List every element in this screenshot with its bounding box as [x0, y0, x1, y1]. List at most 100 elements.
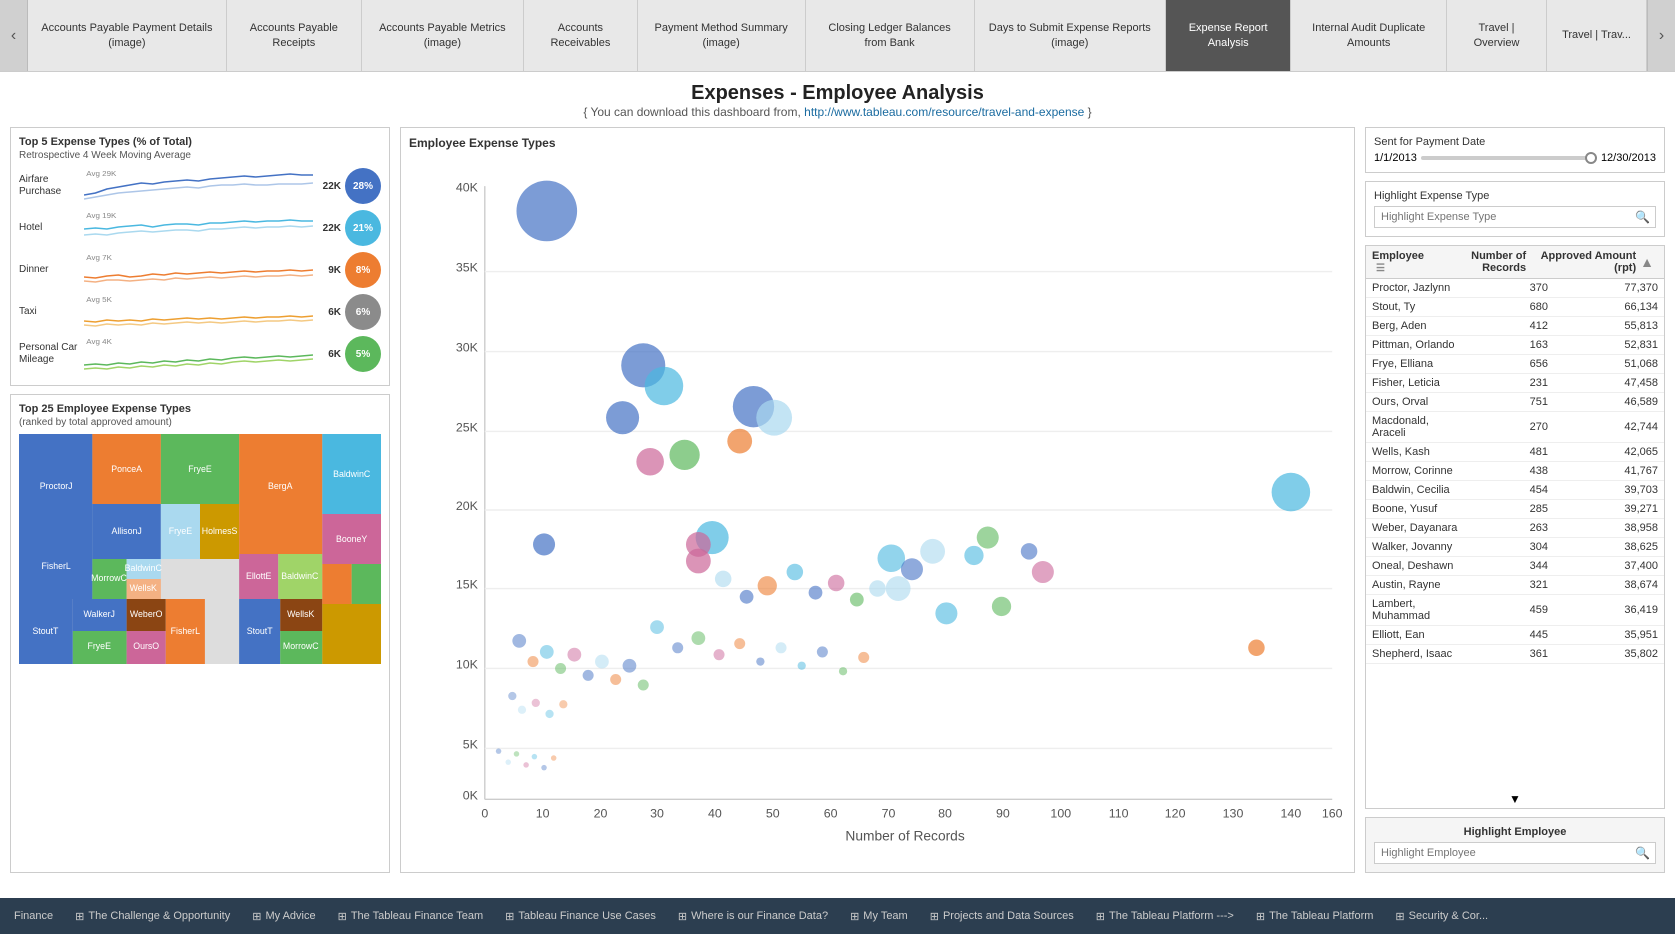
table-row[interactable]: Lambert, Muhammad 459 36,419: [1366, 595, 1664, 626]
date-end: 12/30/2013: [1601, 152, 1656, 164]
table-row[interactable]: Boone, Yusuf 285 39,271: [1366, 500, 1664, 519]
svg-text:WalkerJ: WalkerJ: [84, 609, 115, 619]
filter-icon[interactable]: ☰: [1376, 263, 1385, 274]
tab-accounts-payable-metrics[interactable]: Accounts Payable Metrics (image): [362, 0, 524, 71]
employee-name: Stout, Ty: [1372, 301, 1458, 313]
employee-records: 285: [1458, 503, 1548, 515]
tab-days-to-submit[interactable]: Days to Submit Expense Reports (image): [975, 0, 1166, 71]
employee-amount: 35,802: [1548, 648, 1658, 660]
tab-label: Tableau Finance Use Cases: [518, 910, 656, 922]
svg-text:30: 30: [650, 806, 664, 820]
col-header-records: Number of Records: [1436, 250, 1526, 274]
badge-taxi: 6%: [345, 294, 381, 330]
tab-label: My Advice: [265, 910, 315, 922]
main-content: Expenses - Employee Analysis { You can d…: [0, 72, 1675, 898]
svg-text:ProctorJ: ProctorJ: [40, 481, 73, 491]
employee-name: Wells, Kash: [1372, 446, 1458, 458]
tab-label: The Tableau Finance Team: [351, 910, 483, 922]
employee-name: Ours, Orval: [1372, 396, 1458, 408]
table-row[interactable]: Proctor, Jazlynn 370 77,370: [1366, 279, 1664, 298]
table-row[interactable]: Pittman, Orlando 163 52,831: [1366, 336, 1664, 355]
nav-left-arrow[interactable]: ‹: [0, 0, 28, 71]
subtitle-link[interactable]: http://www.tableau.com/resource/travel-a…: [804, 105, 1084, 119]
table-row[interactable]: Walker, Jovanny 304 38,625: [1366, 538, 1664, 557]
table-row[interactable]: Berg, Aden 412 55,813: [1366, 317, 1664, 336]
dashboard-subtitle: { You can download this dashboard from, …: [10, 105, 1665, 119]
tab-accounts-payable-details[interactable]: Accounts Payable Payment Details (image): [28, 0, 227, 71]
employee-name: Proctor, Jazlynn: [1372, 282, 1458, 294]
tab-closing-ledger[interactable]: Closing Ledger Balances from Bank: [806, 0, 975, 71]
bottom-tab-where-is-our-finance-data[interactable]: ⊞Where is our Finance Data?: [668, 906, 838, 927]
svg-text:15K: 15K: [456, 578, 479, 592]
tab-accounts-payable-receipts[interactable]: Accounts Payable Receipts: [227, 0, 362, 71]
bottom-tab-my-team[interactable]: ⊞My Team: [840, 906, 918, 927]
tab-label: Finance: [14, 910, 53, 922]
scroll-down-indicator[interactable]: ▼: [1366, 790, 1664, 808]
tab-label: Security & Cor...: [1409, 910, 1488, 922]
bottom-tab-my-advice[interactable]: ⊞My Advice: [242, 906, 325, 927]
bottom-tab-tableau-finance-use-cases[interactable]: ⊞Tableau Finance Use Cases: [495, 906, 666, 927]
tab-travel-trav[interactable]: Travel | Trav...: [1547, 0, 1647, 71]
bottom-tab-the-tableau-finance-team[interactable]: ⊞The Tableau Finance Team: [328, 906, 494, 927]
svg-text:160: 160: [1322, 806, 1343, 820]
tab-payment-method-summary[interactable]: Payment Method Summary (image): [638, 0, 806, 71]
nav-right-arrow[interactable]: ›: [1647, 0, 1675, 71]
employee-amount: 42,065: [1548, 446, 1658, 458]
employee-amount: 38,958: [1548, 522, 1658, 534]
nav-tabs-container: Accounts Payable Payment Details (image)…: [28, 0, 1647, 71]
sparkline-taxi: Avg 5K: [84, 293, 313, 331]
table-row[interactable]: Macdonald, Araceli 270 42,744: [1366, 412, 1664, 443]
highlight-expense-input[interactable]: [1374, 206, 1656, 228]
svg-text:140: 140: [1281, 806, 1302, 820]
sparkline-airfare: Avg 29K: [84, 167, 313, 205]
table-row[interactable]: Stout, Ty 680 66,134: [1366, 298, 1664, 317]
employee-records: 751: [1458, 396, 1548, 408]
table-row[interactable]: Weber, Dayanara 263 38,958: [1366, 519, 1664, 538]
svg-text:100: 100: [1050, 806, 1071, 820]
value-car: 6K: [313, 349, 341, 360]
table-row[interactable]: Shepherd, Isaac 361 35,802: [1366, 645, 1664, 664]
svg-text:130: 130: [1223, 806, 1244, 820]
bottom-tab-the-tableau-platform----[interactable]: ⊞The Tableau Platform --->: [1086, 906, 1244, 927]
tab-label: My Team: [863, 910, 907, 922]
bottom-tab-the-tableau-platform[interactable]: ⊞The Tableau Platform: [1246, 906, 1384, 927]
employee-amount: 39,703: [1548, 484, 1658, 496]
employee-name: Shepherd, Isaac: [1372, 648, 1458, 660]
svg-text:HolmesS: HolmesS: [202, 526, 238, 536]
badge-car: 5%: [345, 336, 381, 372]
table-row[interactable]: Wells, Kash 481 42,065: [1366, 443, 1664, 462]
bottom-tab-finance[interactable]: Finance: [4, 906, 63, 926]
subtitle-after: }: [1088, 105, 1092, 119]
tab-internal-audit[interactable]: Internal Audit Duplicate Amounts: [1291, 0, 1447, 71]
table-row[interactable]: Baldwin, Cecilia 454 39,703: [1366, 481, 1664, 500]
table-row[interactable]: Fisher, Leticia 231 47,458: [1366, 374, 1664, 393]
expense-row-hotel: Hotel Avg 19K 22K 21%: [19, 209, 381, 247]
table-row[interactable]: Morrow, Corinne 438 41,767: [1366, 462, 1664, 481]
svg-text:30K: 30K: [456, 341, 479, 355]
expense-row-car: Personal Car Mileage Avg 4K 6K 5%: [19, 335, 381, 373]
table-row[interactable]: Oneal, Deshawn 344 37,400: [1366, 557, 1664, 576]
tab-icon: ⊞: [1395, 910, 1404, 923]
date-slider-thumb[interactable]: [1585, 152, 1597, 164]
bottom-tab-the-challenge--opportunity[interactable]: ⊞The Challenge & Opportunity: [65, 906, 240, 927]
svg-text:Avg 4K: Avg 4K: [86, 337, 112, 345]
table-row[interactable]: Frye, Elliana 656 51,068: [1366, 355, 1664, 374]
table-row[interactable]: Elliott, Ean 445 35,951: [1366, 626, 1664, 645]
table-row[interactable]: Austin, Rayne 321 38,674: [1366, 576, 1664, 595]
tab-expense-report-analysis[interactable]: Expense Report Analysis: [1166, 0, 1291, 71]
bottom-tab-projects-and-data-sources[interactable]: ⊞Projects and Data Sources: [920, 906, 1084, 927]
table-row[interactable]: Ours, Orval 751 46,589: [1366, 393, 1664, 412]
employee-amount: 39,271: [1548, 503, 1658, 515]
highlight-employee-input[interactable]: [1374, 842, 1656, 864]
svg-text:BaldwinC: BaldwinC: [333, 469, 371, 479]
employee-amount: 38,674: [1548, 579, 1658, 591]
bottom-tab-security--cor[interactable]: ⊞ Security & Cor...: [1385, 906, 1498, 927]
tab-accounts-receivables[interactable]: Accounts Receivables: [524, 0, 638, 71]
tab-travel-overview[interactable]: Travel | Overview: [1447, 0, 1547, 71]
employee-records: 361: [1458, 648, 1548, 660]
svg-text:BaldwinC: BaldwinC: [281, 571, 319, 581]
date-slider[interactable]: [1421, 156, 1597, 160]
scroll-up-indicator[interactable]: ▲: [1636, 252, 1658, 272]
svg-text:FisherL: FisherL: [171, 626, 200, 636]
employee-amount: 51,068: [1548, 358, 1658, 370]
